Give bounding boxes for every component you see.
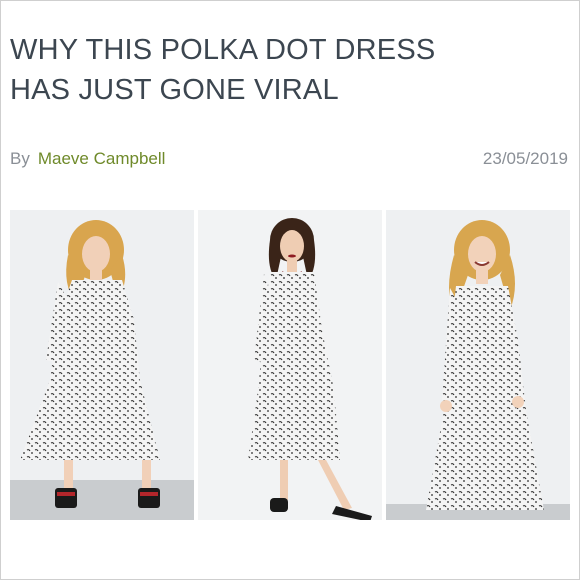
- publish-date: 23/05/2019: [482, 149, 568, 168]
- author-link[interactable]: Maeve Campbell: [38, 149, 166, 168]
- model-photo-blonde-smiling[interactable]: [386, 210, 570, 520]
- article-byline: By Maeve Campbell 23/05/2019: [10, 149, 568, 169]
- headline-line-2: HAS JUST GONE VIRAL: [10, 74, 339, 106]
- headline-line-1: WHY THIS POLKA DOT DRESS: [10, 34, 436, 66]
- photo-gallery: [10, 210, 570, 520]
- model-photo-brunette-slides[interactable]: [198, 210, 382, 520]
- model-photo-blonde-sandals[interactable]: [10, 210, 194, 520]
- byline-prefix: By: [10, 149, 30, 168]
- article-headline: WHY THIS POLKA DOT DRESS HAS JUST GONE V…: [10, 30, 570, 110]
